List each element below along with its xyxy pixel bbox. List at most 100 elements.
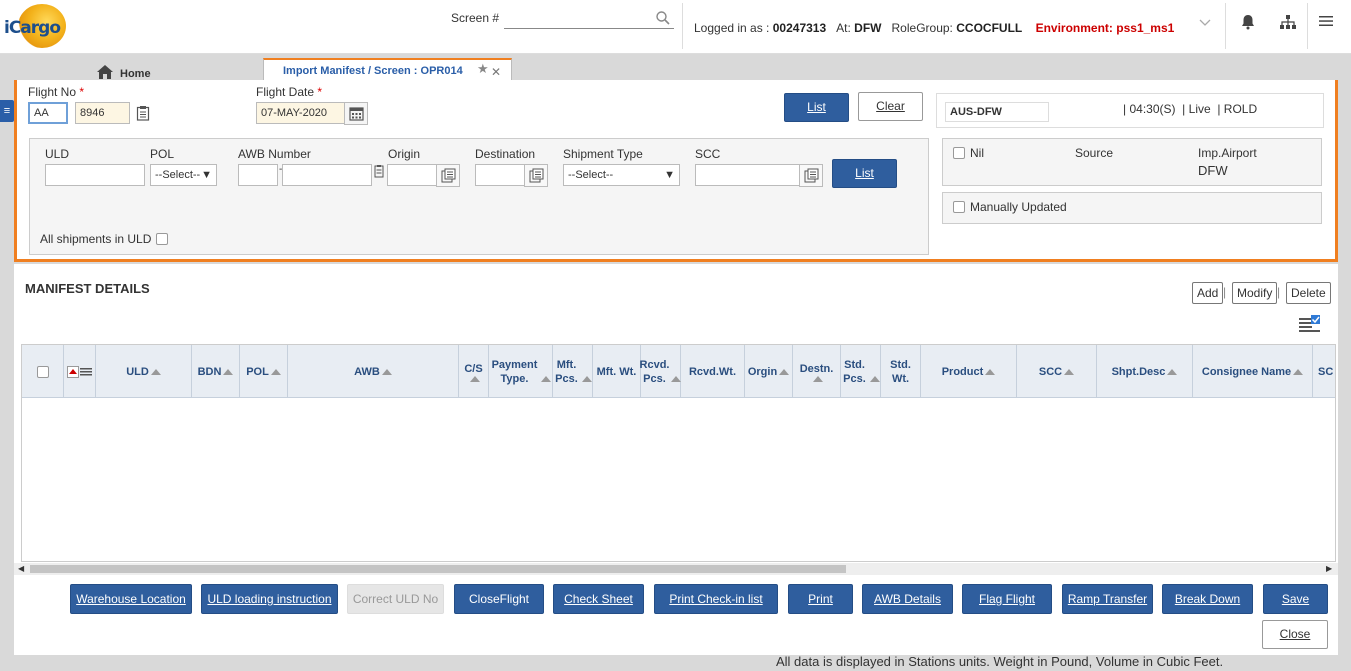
- search-icon[interactable]: [656, 11, 670, 25]
- col-scc[interactable]: SCC: [1017, 345, 1097, 398]
- select-all-checkbox[interactable]: [36, 365, 49, 378]
- star-icon[interactable]: ★: [477, 61, 489, 77]
- nil-source-box: [942, 138, 1322, 186]
- break-down-button[interactable]: Break Down: [1162, 584, 1253, 614]
- col-std-pcs[interactable]: Std. Pcs.: [841, 345, 881, 398]
- flight-number-input[interactable]: [75, 102, 130, 124]
- col-pol[interactable]: POL: [240, 345, 288, 398]
- tab-import-manifest-label: Import Manifest / Screen : OPR014: [283, 65, 463, 77]
- pol-label: POL: [150, 147, 175, 161]
- imp-airport-value: DFW: [1198, 163, 1228, 178]
- flag-flight-button[interactable]: Flag Flight: [962, 584, 1052, 614]
- grid-header: ULD BDN POL AWB C/S Payment Type. Mft. P…: [22, 345, 1335, 398]
- menu-icon[interactable]: [1319, 15, 1333, 27]
- close-flight-button[interactable]: CloseFlight: [454, 584, 544, 614]
- list-flight-button[interactable]: List: [784, 93, 849, 122]
- destination-input[interactable]: [475, 164, 525, 186]
- screen-search-input[interactable]: [504, 8, 674, 29]
- all-shipments-checkbox[interactable]: [156, 233, 168, 245]
- col-sc[interactable]: SC: [1313, 345, 1335, 398]
- carrier-code-input[interactable]: [28, 102, 68, 124]
- dropdown-arrow-icon: ▼: [664, 169, 675, 181]
- col-uld[interactable]: ULD: [96, 345, 192, 398]
- col-shpt-desc[interactable]: Shpt.Desc: [1097, 345, 1193, 398]
- col-consignee-name[interactable]: Consignee Name: [1193, 345, 1313, 398]
- col-mft-wt[interactable]: Mft. Wt.: [593, 345, 641, 398]
- col-payment-type[interactable]: Payment Type.: [489, 345, 553, 398]
- clipboard-icon[interactable]: [136, 105, 150, 121]
- correct-uld-no-button[interactable]: Correct ULD No: [347, 584, 444, 614]
- close-button[interactable]: Close: [1262, 620, 1328, 649]
- check-sheet-button[interactable]: Check Sheet: [553, 584, 644, 614]
- modify-button[interactable]: Modify: [1232, 282, 1278, 304]
- calendar-button[interactable]: [344, 102, 368, 125]
- scroll-right-icon[interactable]: ▶: [1326, 564, 1332, 573]
- pol-select[interactable]: --Select-- ▼: [150, 164, 217, 186]
- logged-in-label: Logged in as :: [694, 21, 770, 35]
- col-origin[interactable]: Orgin: [745, 345, 793, 398]
- origin-lov-button[interactable]: [436, 164, 460, 187]
- list-shipments-button[interactable]: List: [832, 159, 897, 188]
- warehouse-location-button[interactable]: Warehouse Location: [70, 584, 192, 614]
- sitemap-icon[interactable]: [1279, 14, 1297, 30]
- flight-status: | 04:30(S) | Live | ROLD: [1123, 102, 1258, 116]
- scrollbar-thumb[interactable]: [30, 565, 846, 573]
- logo-text: iCargo: [4, 18, 61, 38]
- col-std-wt[interactable]: Std. Wt.: [881, 345, 921, 398]
- nil-label: Nil: [970, 146, 984, 160]
- flight-date-label: Flight Date *: [256, 85, 323, 99]
- scc-input[interactable]: [695, 164, 800, 186]
- sort-icon: [985, 368, 996, 375]
- route-field: AUS-DFW: [945, 102, 1049, 122]
- clipboard-icon[interactable]: [374, 164, 384, 178]
- print-button[interactable]: Print: [788, 584, 853, 614]
- column-select-icon[interactable]: [1298, 314, 1321, 334]
- col-bdn[interactable]: BDN: [192, 345, 240, 398]
- uld-loading-instruction-button[interactable]: ULD loading instruction: [201, 584, 338, 614]
- manually-updated-checkbox[interactable]: [953, 201, 965, 213]
- print-checkin-list-button[interactable]: Print Check-in list: [654, 584, 778, 614]
- col-cs[interactable]: C/S: [459, 345, 489, 398]
- bell-icon[interactable]: [1240, 14, 1256, 30]
- app-logo[interactable]: iCargo: [4, 2, 68, 50]
- sort-icon: [779, 368, 790, 375]
- col-rcvd-pcs[interactable]: Rcvd. Pcs.: [640, 345, 682, 398]
- origin-input[interactable]: [387, 164, 437, 186]
- clear-button[interactable]: Clear: [858, 92, 923, 121]
- role-group: CCOCFULL: [956, 21, 1023, 35]
- col-product[interactable]: Product: [921, 345, 1017, 398]
- tab-home[interactable]: Home: [96, 58, 151, 80]
- sort-icon: [869, 375, 880, 382]
- tab-import-manifest[interactable]: Import Manifest / Screen : OPR014: [263, 58, 512, 82]
- close-icon[interactable]: ✕: [491, 65, 501, 79]
- add-button[interactable]: Add: [1192, 282, 1224, 304]
- awb-prefix-input[interactable]: [238, 164, 278, 186]
- col-destn[interactable]: Destn.: [793, 345, 841, 398]
- scc-lov-button[interactable]: [799, 164, 823, 187]
- chevron-down-icon[interactable]: [1198, 15, 1212, 29]
- lookup-icon: [804, 168, 819, 183]
- destination-lov-button[interactable]: [524, 164, 548, 187]
- all-shipments-label: All shipments in ULD: [40, 232, 152, 246]
- awb-number-input[interactable]: [282, 164, 372, 186]
- shipment-type-select[interactable]: --Select-- ▼: [563, 164, 680, 186]
- col-awb[interactable]: AWB: [288, 345, 459, 398]
- col-rcvd-wt[interactable]: Rcvd.Wt.: [681, 345, 745, 398]
- imp-airport-label: Imp.Airport: [1198, 146, 1257, 160]
- screen-search-label: Screen #: [451, 11, 500, 25]
- flight-date-input[interactable]: [256, 102, 346, 124]
- delete-button[interactable]: Delete: [1286, 282, 1331, 304]
- uld-input[interactable]: [45, 164, 145, 186]
- sort-icon: [270, 368, 281, 375]
- awb-details-button[interactable]: AWB Details: [862, 584, 953, 614]
- ramp-transfer-button[interactable]: Ramp Transfer: [1062, 584, 1153, 614]
- sort-icon: [582, 375, 592, 382]
- nil-checkbox[interactable]: [953, 147, 965, 159]
- save-button[interactable]: Save: [1263, 584, 1328, 614]
- side-menu-toggle[interactable]: ≡: [0, 100, 14, 122]
- manifest-title: MANIFEST DETAILS: [25, 281, 150, 296]
- col-mft-pcs[interactable]: Mft. Pcs.: [553, 345, 593, 398]
- at-label: At:: [836, 21, 851, 35]
- expand-collapse-icon[interactable]: [66, 365, 93, 378]
- scroll-left-icon[interactable]: ◀: [18, 564, 24, 573]
